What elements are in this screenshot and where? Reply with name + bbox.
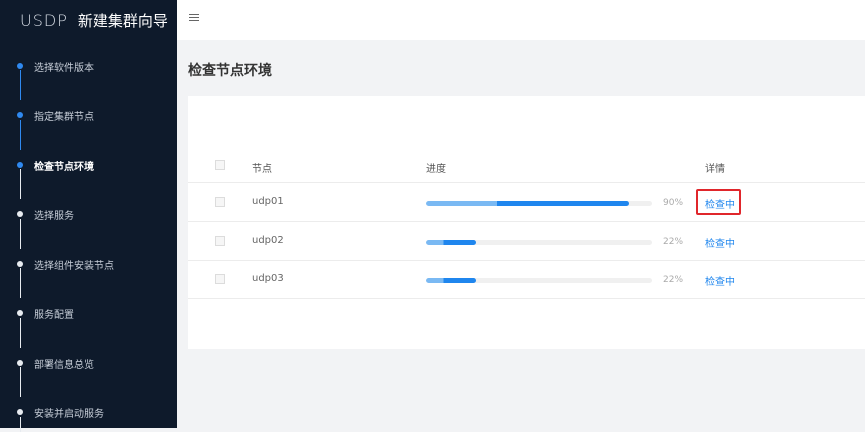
step-specify-cluster-nodes[interactable]: 指定集群节点	[0, 105, 177, 125]
step-check-node-environment[interactable]: 检查节点环境	[0, 155, 177, 175]
step-dot	[17, 360, 23, 366]
detail-link-checking[interactable]: 检查中	[705, 235, 735, 250]
progress-bar	[426, 278, 652, 283]
table-row: udp03 22% 检查中	[188, 261, 865, 299]
brand: USDP 新建集群向导	[20, 8, 168, 32]
row-checkbox[interactable]	[215, 197, 225, 207]
step-label: 服务配置	[34, 309, 74, 321]
step-dot	[17, 409, 23, 415]
progress-bar	[426, 240, 652, 245]
progress-bar	[426, 201, 652, 206]
step-select-software-version[interactable]: 选择软件版本	[0, 56, 177, 76]
menu-fold-icon[interactable]	[189, 14, 199, 24]
node-name: udp01	[252, 196, 284, 207]
row-checkbox[interactable]	[215, 274, 225, 284]
top-bar	[177, 0, 865, 40]
usdp-logo: USDP	[20, 10, 68, 30]
node-name: udp03	[252, 273, 284, 284]
step-install-start-services[interactable]: 安装并启动服务	[0, 402, 177, 422]
page-title: 检查节点环境	[188, 63, 272, 79]
step-label: 安装并启动服务	[34, 408, 104, 420]
progress-fill	[426, 201, 630, 206]
step-label: 选择服务	[34, 210, 74, 222]
wizard-title: 新建集群向导	[77, 11, 168, 30]
step-select-services[interactable]: 选择服务	[0, 204, 177, 224]
progress-percent: 22%	[663, 275, 684, 285]
step-service-config[interactable]: 服务配置	[0, 303, 177, 323]
step-dot	[17, 310, 23, 316]
step-select-component-nodes[interactable]: 选择组件安装节点	[0, 254, 177, 274]
node-check-card: 节点 进度 详情 udp01 90% 检查中 udp02 22% 检查中 udp…	[188, 96, 865, 349]
detail-link-checking[interactable]: 检查中	[705, 196, 735, 211]
step-dot	[17, 63, 23, 69]
table-header: 节点 进度 详情	[188, 149, 865, 183]
step-dot	[17, 211, 23, 217]
step-label: 选择软件版本	[34, 62, 94, 74]
node-name: udp02	[252, 235, 284, 246]
progress-fill	[426, 278, 476, 283]
step-deployment-overview[interactable]: 部署信息总览	[0, 353, 177, 373]
step-label: 检查节点环境	[34, 161, 94, 173]
progress-percent: 90%	[663, 198, 684, 208]
step-dot	[17, 112, 23, 118]
progress-fill	[426, 240, 476, 245]
sidebar: USDP 新建集群向导 选择软件版本 指定集群节点 检查节点环境 选择服务 选择…	[0, 0, 177, 432]
table-row: udp01 90% 检查中	[188, 184, 865, 222]
header-node: 节点	[252, 164, 272, 175]
header-detail: 详情	[705, 164, 725, 175]
step-label: 选择组件安装节点	[34, 260, 114, 272]
step-label: 指定集群节点	[34, 111, 94, 123]
step-label: 部署信息总览	[34, 359, 94, 371]
step-dot	[17, 261, 23, 267]
select-all-checkbox[interactable]	[215, 160, 225, 170]
table-row: udp02 22% 检查中	[188, 223, 865, 261]
progress-percent: 22%	[663, 237, 684, 247]
detail-link-checking[interactable]: 检查中	[705, 273, 735, 288]
header-progress: 进度	[426, 164, 446, 175]
row-checkbox[interactable]	[215, 236, 225, 246]
step-dot	[17, 162, 23, 168]
